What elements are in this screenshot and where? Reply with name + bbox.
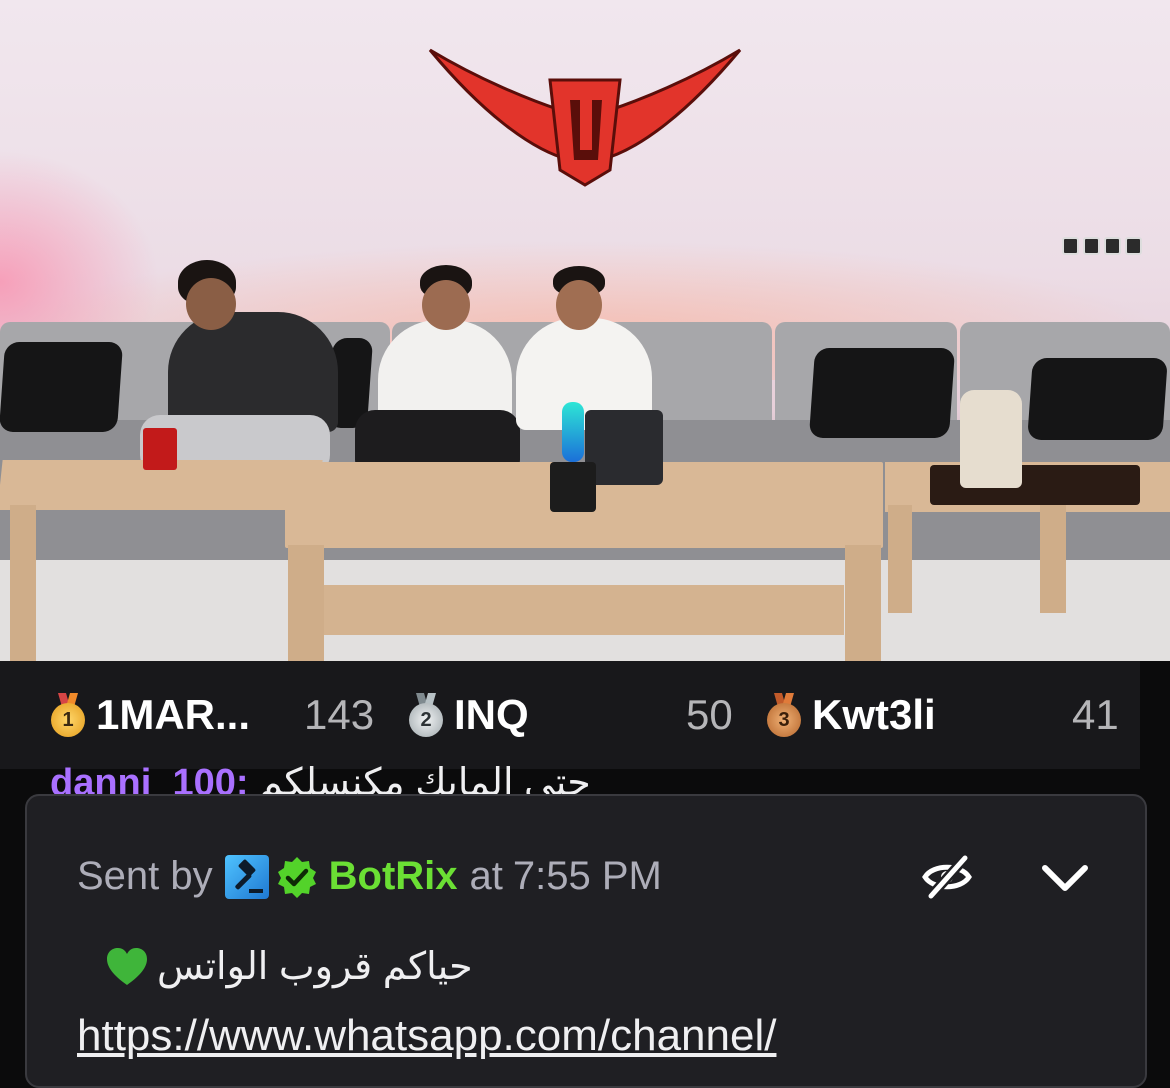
pillow <box>1027 358 1168 440</box>
bronze-medal-icon: 3 <box>766 693 802 737</box>
message-time: 7:55 PM <box>512 854 662 898</box>
person-middle-head <box>422 280 470 330</box>
table-leg <box>10 505 36 661</box>
table-leg <box>288 545 324 661</box>
medal-rank: 2 <box>409 703 443 737</box>
verified-glyph <box>277 856 316 898</box>
medal-rank: 3 <box>767 703 801 737</box>
at-label: at <box>469 854 503 898</box>
eye-off-icon <box>922 854 972 900</box>
collapse-button[interactable] <box>1037 854 1093 900</box>
green-heart-icon <box>105 945 149 989</box>
video-player[interactable] <box>0 0 1170 661</box>
microphone <box>562 402 584 462</box>
whatsapp-channel-link[interactable]: https://www.whatsapp.com/channel/ <box>77 1011 1097 1061</box>
leaderboard-username: INQ <box>454 691 529 738</box>
red-cup <box>143 428 177 470</box>
person-right-head <box>556 280 602 330</box>
chevron-down-icon <box>1042 865 1088 891</box>
pinned-message-header: Sent by BotRix at 7:55 PM <box>77 854 662 899</box>
pinned-message-text: حياكم قروب الواتس <box>157 946 473 988</box>
leaderboard-count: 50 <box>686 691 733 738</box>
leaderboard-count: 41 <box>1072 691 1119 738</box>
person-left-head <box>186 278 236 330</box>
leaderboard-username: Kwt3li <box>812 691 936 738</box>
leaderboard-entry-1[interactable]: 1 1MAR... <box>50 661 250 769</box>
verified-icon <box>275 855 319 899</box>
pinned-message-card[interactable]: Sent by BotRix at 7:55 PM حياكم قروب الو… <box>25 794 1147 1088</box>
table-leg <box>1040 505 1066 613</box>
gold-medal-icon: 1 <box>50 693 86 737</box>
table-leg <box>888 505 912 613</box>
person-left <box>168 312 338 432</box>
pillow <box>808 348 956 438</box>
sent-by-label: Sent by <box>77 854 213 898</box>
moderator-gavel-icon <box>224 854 269 899</box>
leaderboard-count: 143 <box>304 691 375 738</box>
team-logo-sign <box>428 48 742 187</box>
leaderboard-entry-3[interactable]: 3 Kwt3li <box>766 661 936 769</box>
table-leg <box>845 545 881 661</box>
tablet <box>585 410 663 485</box>
coffee-table-shelf <box>324 585 844 635</box>
gift-leaderboard[interactable]: 1 1MAR... 143 2 INQ 50 3 Kwt3li 41 <box>0 661 1140 769</box>
leaderboard-username: 1MAR... <box>96 691 251 738</box>
light-switches <box>1062 237 1142 255</box>
gavel-glyph <box>234 859 263 893</box>
sender-name[interactable]: BotRix <box>329 854 458 899</box>
thermos <box>960 390 1022 488</box>
microphone-stand <box>550 462 596 512</box>
medal-rank: 1 <box>51 703 85 737</box>
heart-glyph <box>107 947 147 985</box>
pillow <box>0 342 124 432</box>
pinned-message-body: حياكم قروب الواتس https://www.whatsapp.c… <box>77 944 1097 1061</box>
leaderboard-entry-2[interactable]: 2 INQ <box>408 661 529 769</box>
hide-message-button[interactable] <box>919 854 975 900</box>
silver-medal-icon: 2 <box>408 693 444 737</box>
